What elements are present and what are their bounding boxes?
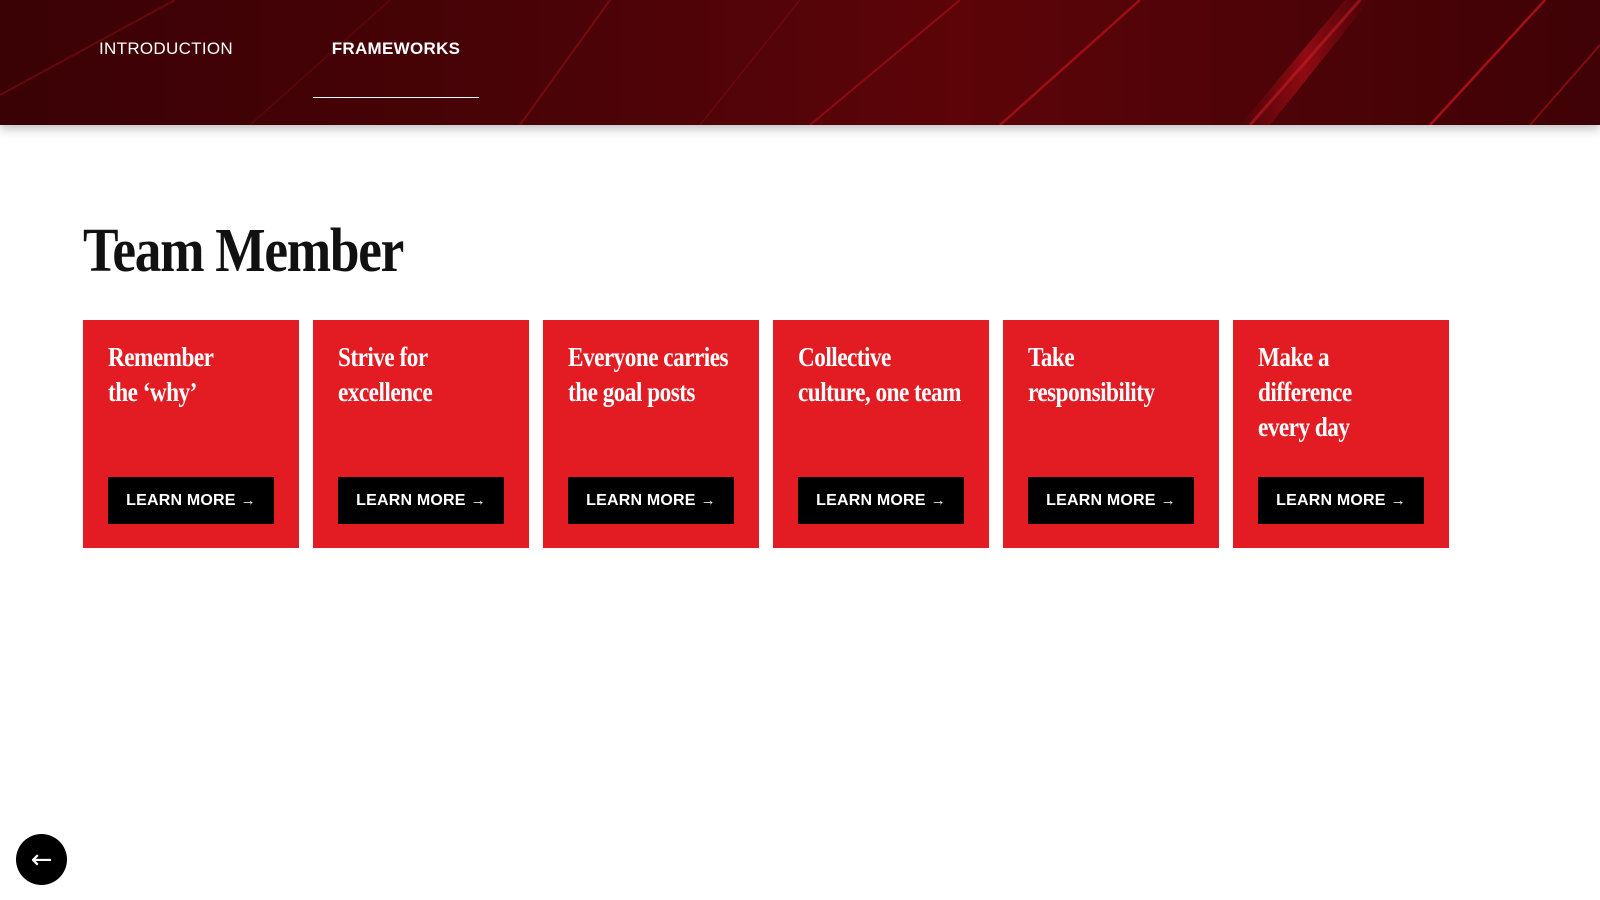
card-title: Collective culture, one team (798, 342, 961, 407)
button-label: LEARN MORE (356, 491, 466, 509)
arrow-right-icon: → (470, 492, 486, 509)
arrow-right-icon: → (1390, 492, 1406, 509)
header-banner: INTRODUCTION FRAMEWORKS (0, 0, 1600, 125)
value-cards: Remember the ‘why’ LEARN MORE → Strive f… (83, 320, 1449, 548)
learn-more-button[interactable]: LEARN MORE → (568, 477, 734, 524)
button-label: LEARN MORE (1046, 491, 1156, 509)
button-label: LEARN MORE (1276, 491, 1386, 509)
value-card: Remember the ‘why’ LEARN MORE → (83, 320, 299, 548)
arrow-left-icon: ← (30, 844, 53, 875)
learn-more-button[interactable]: LEARN MORE → (798, 477, 964, 524)
card-title: Take responsibility (1028, 342, 1155, 407)
top-nav: INTRODUCTION FRAMEWORKS (0, 0, 1600, 125)
arrow-right-icon: → (1160, 492, 1176, 509)
arrow-right-icon: → (700, 492, 716, 509)
button-label: LEARN MORE (816, 491, 926, 509)
back-button[interactable]: ← (16, 834, 67, 885)
tab-introduction[interactable]: INTRODUCTION (80, 0, 252, 98)
card-title: Strive for excellence (338, 342, 433, 407)
value-card: Everyone carries the goal posts LEARN MO… (543, 320, 759, 548)
card-title: Make a difference every day (1258, 342, 1352, 442)
learn-more-button[interactable]: LEARN MORE → (1028, 477, 1194, 524)
value-card: Take responsibility LEARN MORE → (1003, 320, 1219, 548)
value-card: Make a difference every day LEARN MORE → (1233, 320, 1449, 548)
arrow-right-icon: → (930, 492, 946, 509)
tab-frameworks[interactable]: FRAMEWORKS (313, 0, 479, 98)
card-title: Everyone carries the goal posts (568, 342, 729, 407)
value-card: Collective culture, one team LEARN MORE … (773, 320, 989, 548)
learn-more-button[interactable]: LEARN MORE → (338, 477, 504, 524)
learn-more-button[interactable]: LEARN MORE → (1258, 477, 1424, 524)
value-card: Strive for excellence LEARN MORE → (313, 320, 529, 548)
card-title: Remember the ‘why’ (108, 342, 214, 407)
learn-more-button[interactable]: LEARN MORE → (108, 477, 274, 524)
button-label: LEARN MORE (586, 491, 696, 509)
arrow-right-icon: → (240, 492, 256, 509)
page-title: Team Member (83, 217, 404, 285)
button-label: LEARN MORE (126, 491, 236, 509)
